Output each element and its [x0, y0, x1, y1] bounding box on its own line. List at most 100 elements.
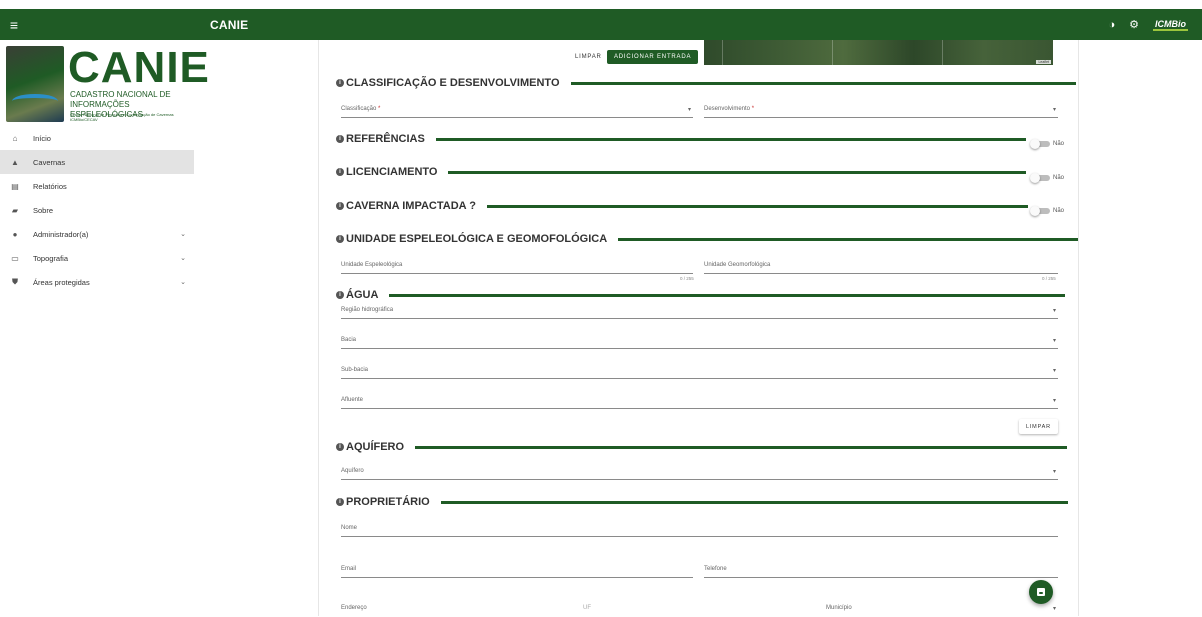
logo-word: CANIE [68, 43, 210, 92]
municipio-select[interactable]: Município ▾ [826, 603, 1058, 617]
section-title: LICENCIAMENTO [346, 166, 438, 178]
nome-input[interactable]: Nome [341, 523, 1058, 537]
section-licenciamento: i LICENCIAMENTO [336, 166, 1027, 178]
menu-icon[interactable]: ≡ [0, 17, 28, 33]
sidebar: CANIE CADASTRO NACIONAL DE INFORMAÇÕES E… [0, 40, 209, 616]
cave-form-card: LIMPAR ADICIONAR ENTRADA Leaflet i CLASS… [318, 40, 1079, 616]
chevron-down-icon: ⌄ [180, 231, 186, 238]
field-label: Unidade Espeleológica [341, 262, 403, 268]
section-referencias: i REFERÊNCIAS [336, 133, 1026, 145]
save-icon [1037, 588, 1045, 596]
required-mark: * [751, 106, 755, 112]
afluente-select[interactable]: Afluente ▾ [341, 395, 1058, 409]
toggle-label: Não [1053, 208, 1065, 214]
home-icon: ⌂ [12, 133, 18, 143]
info-icon[interactable]: i [336, 498, 344, 506]
logo-line-1: CADASTRO NACIONAL DE [70, 90, 171, 99]
sidebar-item-label: Cavernas [33, 157, 66, 167]
licenciamento-toggle[interactable]: Não [1030, 173, 1065, 183]
section-divider [448, 170, 1027, 174]
logo-line-3: Centro Nacional de Pesquisa e Conservaçã… [70, 112, 174, 122]
caret-down-icon: ▾ [1052, 338, 1056, 344]
caverna-impactada-toggle[interactable]: Não [1030, 206, 1065, 216]
map-view[interactable]: Leaflet [704, 40, 1053, 65]
info-icon[interactable]: i [336, 135, 344, 143]
clear-entries-button[interactable]: LIMPAR [575, 54, 602, 60]
uf-select[interactable]: UF [583, 603, 783, 617]
section-title: CAVERNA IMPACTADA ? [346, 200, 476, 212]
referencias-toggle[interactable]: Não [1030, 139, 1065, 149]
field-label: Unidade Geomorfológica [704, 262, 771, 268]
regiao-hidrografica-select[interactable]: Região hidrográfica ▾ [341, 305, 1058, 319]
subbacia-select[interactable]: Sub-bacia ▾ [341, 365, 1058, 379]
sidebar-item-inicio[interactable]: ⌂ Início [0, 126, 194, 150]
sidebar-item-label: Administrador(a) [33, 229, 89, 239]
section-title: REFERÊNCIAS [346, 133, 425, 145]
bacia-select[interactable]: Bacia ▾ [341, 335, 1058, 349]
add-entry-button[interactable]: ADICIONAR ENTRADA [607, 50, 699, 64]
caret-down-icon: ▾ [1052, 107, 1056, 113]
sidebar-item-cavernas[interactable]: ▲ Cavernas [0, 150, 194, 174]
unidade-espeleologica-input[interactable]: Unidade Espeleológica [341, 260, 693, 274]
folder-icon: ▭ [11, 253, 19, 263]
info-icon[interactable]: i [336, 202, 344, 210]
info-icon[interactable]: i [336, 235, 344, 243]
classificacao-select[interactable]: Classificação * ▾ [341, 104, 693, 118]
save-button[interactable] [1029, 580, 1053, 604]
sidebar-item-label: Topografia [33, 253, 69, 263]
field-label: Região hidrográfica [341, 307, 394, 313]
sidebar-item-areas-protegidas[interactable]: ⛊ Áreas protegidas ⌄ [0, 270, 194, 294]
sidebar-item-sobre[interactable]: ▰ Sobre [0, 198, 194, 222]
sidebar-item-label: Sobre [33, 205, 54, 215]
field-label: UF [583, 605, 591, 611]
agua-clear-button[interactable]: LIMPAR [1019, 419, 1058, 434]
field-label: Desenvolvimento [704, 106, 751, 112]
chat-icon: ▰ [11, 205, 19, 215]
field-label: Afluente [341, 397, 364, 403]
sidebar-item-label: Início [33, 133, 51, 143]
toggle-label: Não [1053, 175, 1065, 181]
section-divider [570, 81, 1076, 85]
cave-logo-icon [6, 46, 64, 122]
section-divider [486, 204, 1028, 208]
report-icon: ▤ [11, 181, 19, 191]
sidebar-item-topografia[interactable]: ▭ Topografia ⌄ [0, 246, 194, 270]
sidebar-item-administrador[interactable]: ● Administrador(a) ⌄ [0, 222, 194, 246]
map-attribution[interactable]: Leaflet [1036, 60, 1051, 64]
sidebar-item-relatorios[interactable]: ▤ Relatórios [0, 174, 194, 198]
section-divider [415, 445, 1068, 449]
field-label: Telefone [704, 566, 727, 572]
caret-down-icon: ▾ [1052, 368, 1056, 374]
caret-down-icon: ▾ [1052, 398, 1056, 404]
field-label: Endereço [341, 605, 367, 611]
info-icon[interactable]: i [336, 443, 344, 451]
icmbio-logo[interactable]: ICMBio [1153, 19, 1188, 31]
section-classificacao: i CLASSIFICAÇÃO E DESENVOLVIMENTO [336, 77, 1076, 89]
desenvolvimento-select[interactable]: Desenvolvimento * ▾ [704, 104, 1058, 118]
sidebar-nav: ⌂ Início ▲ Cavernas ▤ Relatórios ▰ Sobre… [0, 126, 194, 294]
user-settings-icon[interactable]: ⚙ [1129, 18, 1139, 31]
section-caverna-impactada: i CAVERNA IMPACTADA ? [336, 200, 1028, 212]
required-mark: * [378, 106, 381, 112]
toggle-label: Não [1053, 141, 1065, 147]
section-agua: i ÁGUA [336, 289, 1066, 301]
chevron-down-icon: ⌄ [180, 255, 186, 262]
caret-down-icon: ▾ [1052, 606, 1056, 612]
canie-logo[interactable]: CANIE CADASTRO NACIONAL DE INFORMAÇÕES E… [6, 46, 209, 122]
aquifero-select[interactable]: Aquífero ▾ [341, 466, 1058, 480]
section-divider [389, 293, 1066, 297]
field-label: Município [826, 605, 852, 611]
info-icon[interactable]: i [336, 168, 344, 176]
endereco-input[interactable]: Endereço [341, 603, 566, 617]
section-divider [618, 237, 1079, 241]
section-divider [440, 500, 1068, 504]
telefone-input[interactable]: Telefone [704, 564, 1058, 578]
info-icon[interactable]: i [336, 79, 344, 87]
field-label: Email [341, 566, 357, 572]
unidade-geomorfologica-input[interactable]: Unidade Geomorfológica [704, 260, 1058, 274]
contrast-icon[interactable]: ◑ [1108, 19, 1115, 31]
section-title: PROPRIETÁRIO [346, 496, 430, 508]
section-title: CLASSIFICAÇÃO E DESENVOLVIMENTO [346, 77, 560, 89]
info-icon[interactable]: i [336, 291, 344, 299]
email-input[interactable]: Email [341, 564, 693, 578]
